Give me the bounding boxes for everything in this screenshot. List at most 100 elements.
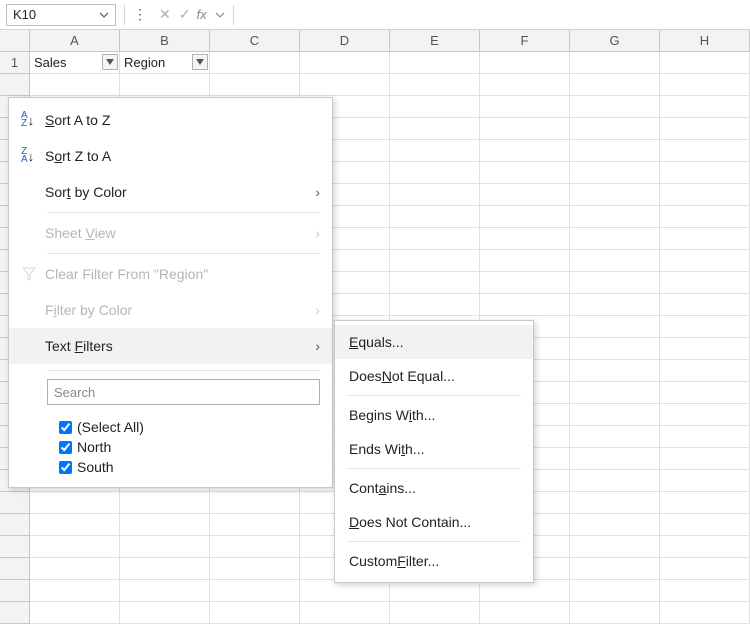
cell[interactable] (480, 96, 570, 118)
cell[interactable] (570, 206, 660, 228)
cell[interactable] (30, 558, 120, 580)
cell[interactable] (660, 206, 750, 228)
cell[interactable] (660, 470, 750, 492)
cell[interactable] (390, 228, 480, 250)
sub-contains[interactable]: Contains... (335, 471, 533, 505)
cell[interactable] (570, 514, 660, 536)
checkbox[interactable] (59, 461, 72, 474)
cell[interactable] (30, 602, 120, 624)
col-header-D[interactable]: D (300, 30, 390, 51)
col-header-G[interactable]: G (570, 30, 660, 51)
cell[interactable] (570, 338, 660, 360)
menu-text-filters[interactable]: Text Filters › (9, 328, 332, 364)
cell[interactable] (120, 580, 210, 602)
chevron-down-icon[interactable] (99, 10, 109, 20)
cell[interactable] (300, 602, 390, 624)
cell[interactable] (480, 140, 570, 162)
cell[interactable] (660, 184, 750, 206)
cell[interactable] (390, 74, 480, 96)
cell[interactable] (660, 162, 750, 184)
cell[interactable] (660, 294, 750, 316)
cell[interactable] (390, 184, 480, 206)
cell[interactable] (480, 294, 570, 316)
filter-dropdown-button[interactable] (192, 54, 208, 70)
cell[interactable] (570, 140, 660, 162)
sub-not-contain[interactable]: Does Not Contain... (335, 505, 533, 539)
cell[interactable] (480, 206, 570, 228)
select-all-corner[interactable] (0, 30, 30, 51)
row-header[interactable] (0, 602, 30, 624)
cell[interactable] (480, 580, 570, 602)
cell[interactable] (30, 74, 120, 96)
cell[interactable] (570, 162, 660, 184)
cell[interactable] (120, 536, 210, 558)
cell[interactable] (480, 602, 570, 624)
cell[interactable] (660, 360, 750, 382)
cell[interactable] (300, 580, 390, 602)
cell[interactable] (660, 536, 750, 558)
sub-ends-with[interactable]: Ends With... (335, 432, 533, 466)
cell-F1[interactable] (480, 52, 570, 74)
cell[interactable] (480, 272, 570, 294)
col-header-E[interactable]: E (390, 30, 480, 51)
sub-equals[interactable]: Equals... (335, 325, 533, 359)
cell[interactable] (390, 580, 480, 602)
cell[interactable] (660, 382, 750, 404)
cell[interactable] (570, 470, 660, 492)
cell[interactable] (480, 118, 570, 140)
chevron-down-icon[interactable] (215, 10, 225, 20)
check-item-north[interactable]: North (59, 437, 320, 457)
cell[interactable] (570, 404, 660, 426)
menu-sort-za[interactable]: ZA↓ Sort Z to A (9, 138, 332, 174)
row-header[interactable] (0, 558, 30, 580)
cell[interactable] (210, 580, 300, 602)
check-item-south[interactable]: South (59, 457, 320, 477)
sub-begins-with[interactable]: Begins With... (335, 398, 533, 432)
cell[interactable] (210, 602, 300, 624)
cell[interactable] (480, 74, 570, 96)
more-dots-icon[interactable]: ⋮ (133, 6, 147, 23)
cell[interactable] (120, 74, 210, 96)
cell-G1[interactable] (570, 52, 660, 74)
cell[interactable] (210, 514, 300, 536)
cell[interactable] (570, 382, 660, 404)
cell[interactable] (570, 558, 660, 580)
cell[interactable] (390, 162, 480, 184)
cell[interactable] (660, 514, 750, 536)
cell[interactable] (120, 514, 210, 536)
cell[interactable] (660, 316, 750, 338)
cell-B1[interactable]: Region (120, 52, 210, 74)
cell[interactable] (570, 272, 660, 294)
name-box[interactable]: K10 (6, 4, 116, 26)
row-header[interactable] (0, 492, 30, 514)
cell-D1[interactable] (300, 52, 390, 74)
cell[interactable] (210, 558, 300, 580)
cell[interactable] (390, 272, 480, 294)
cell[interactable] (120, 558, 210, 580)
cell[interactable] (660, 426, 750, 448)
cell[interactable] (30, 536, 120, 558)
menu-sort-by-color[interactable]: Sort by Color › (9, 174, 332, 210)
cell[interactable] (480, 184, 570, 206)
cell[interactable] (570, 294, 660, 316)
cell[interactable] (570, 250, 660, 272)
cell-E1[interactable] (390, 52, 480, 74)
fx-label[interactable]: fx (196, 7, 206, 22)
row-header[interactable] (0, 580, 30, 602)
cell[interactable] (570, 580, 660, 602)
filter-dropdown-button[interactable] (102, 54, 118, 70)
cell[interactable] (660, 558, 750, 580)
cell[interactable] (390, 118, 480, 140)
cell[interactable] (30, 492, 120, 514)
cell[interactable] (390, 140, 480, 162)
cell[interactable] (660, 228, 750, 250)
cell[interactable] (660, 580, 750, 602)
col-header-A[interactable]: A (30, 30, 120, 51)
sub-custom-filter[interactable]: Custom Filter... (335, 544, 533, 578)
cell[interactable] (480, 162, 570, 184)
cell[interactable] (660, 492, 750, 514)
cell[interactable] (120, 602, 210, 624)
cell[interactable] (660, 96, 750, 118)
cell[interactable] (660, 74, 750, 96)
col-header-B[interactable]: B (120, 30, 210, 51)
